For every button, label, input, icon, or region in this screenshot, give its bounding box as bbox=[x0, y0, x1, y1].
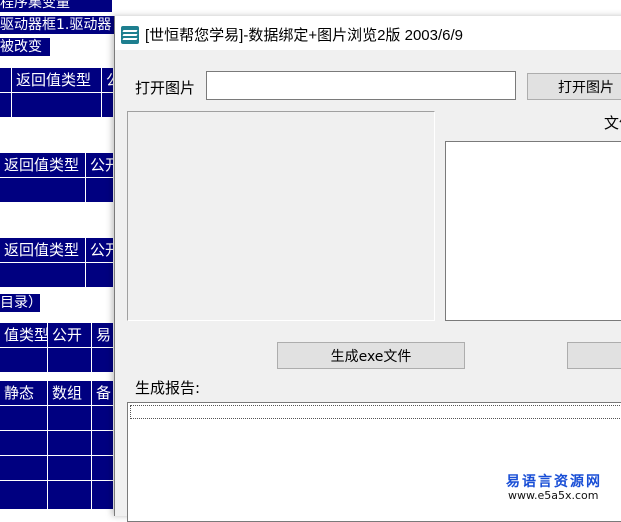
dialog-window: [世恒帮您学易]-数据绑定+图片浏览2版 2003/6/9 打开图片 打开图片 … bbox=[114, 16, 621, 522]
bg-code-line: 目录） bbox=[0, 294, 42, 312]
bg-table-header-row: 静态 数组 备 bbox=[0, 381, 114, 406]
bg-code-line: 被改变（） bbox=[0, 38, 70, 56]
secondary-button[interactable] bbox=[567, 342, 621, 369]
open-image-label: 打开图片 bbox=[135, 79, 196, 97]
open-image-button[interactable]: 打开图片 bbox=[527, 73, 621, 100]
generate-exe-button[interactable]: 生成exe文件 bbox=[277, 342, 465, 369]
bg-table-row bbox=[0, 481, 114, 510]
title-bar[interactable]: [世恒帮您学易]-数据绑定+图片浏览2版 2003/6/9 bbox=[115, 16, 621, 50]
bg-table-header-row: 值类型 公开 易 bbox=[0, 323, 114, 348]
bg-table-row bbox=[0, 456, 114, 481]
bg-table-row bbox=[0, 93, 114, 118]
bg-table-header-row: 返回值类型 公开 bbox=[0, 153, 114, 178]
bg-code-line: 驱动器框1.驱动器 bbox=[0, 16, 114, 34]
bg-table-row bbox=[0, 178, 114, 203]
bg-table-row bbox=[0, 406, 114, 431]
watermark-text: 易语言资源网 bbox=[506, 474, 602, 490]
file-list-label: 文件 bbox=[604, 114, 621, 132]
image-preview-box bbox=[127, 111, 435, 321]
bg-table-header-row: 返回值类型 公开 bbox=[0, 238, 114, 263]
focus-indicator bbox=[130, 405, 621, 419]
bg-code-line: 程序集变量 bbox=[0, 0, 112, 12]
report-label: 生成报告: bbox=[135, 379, 201, 397]
watermark-url: www.e5a5x.com bbox=[508, 489, 599, 502]
image-path-input[interactable] bbox=[206, 71, 516, 100]
bg-table-row bbox=[0, 348, 114, 373]
bg-table-header-row: 返回值类型 公 bbox=[0, 68, 114, 93]
bg-table-row bbox=[0, 263, 114, 288]
app-icon bbox=[121, 26, 139, 44]
bg-table-row bbox=[0, 431, 114, 456]
window-title: [世恒帮您学易]-数据绑定+图片浏览2版 2003/6/9 bbox=[145, 27, 463, 44]
file-listbox[interactable] bbox=[445, 141, 621, 321]
report-textarea[interactable] bbox=[127, 402, 621, 522]
